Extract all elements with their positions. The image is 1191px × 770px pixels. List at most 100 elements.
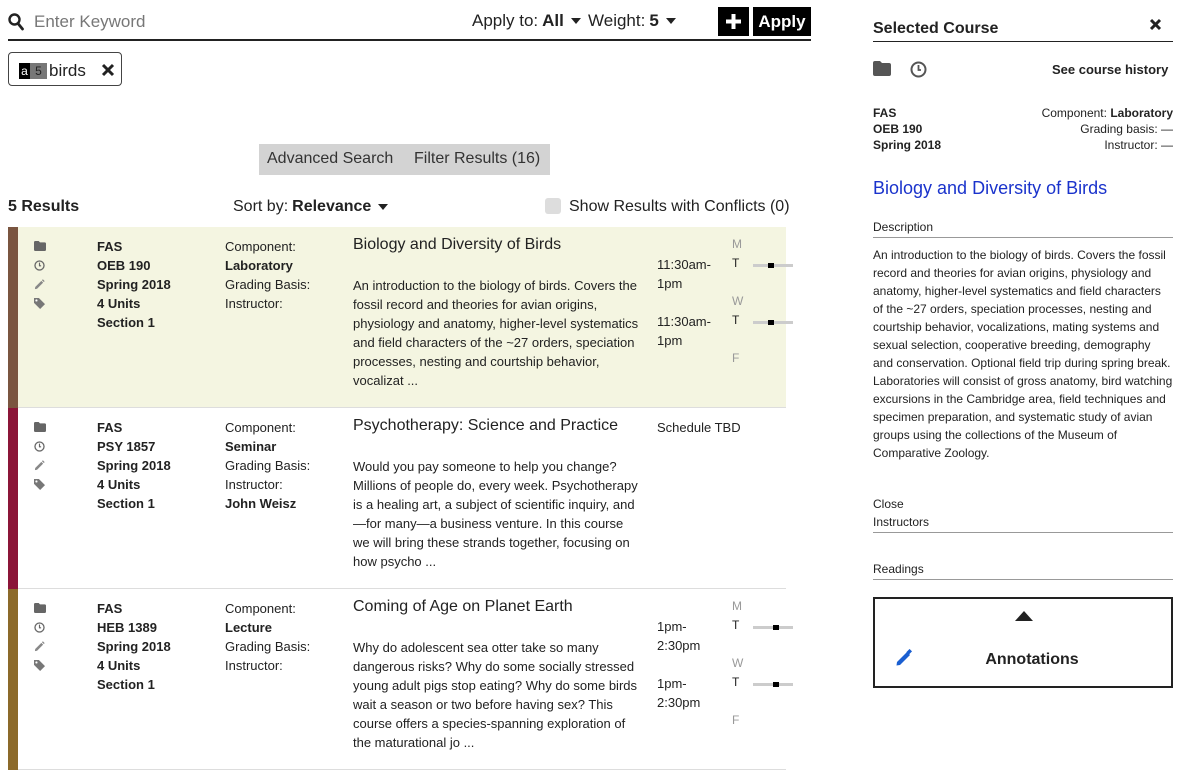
description-heading: Description [873,220,1173,238]
folder-icon[interactable] [873,61,891,76]
course-units: 4 Units [97,477,141,492]
instructor-value [225,675,310,694]
advanced-search-tab[interactable]: Advanced Search [267,150,393,168]
component-value: Laboratory [225,258,293,273]
course-title[interactable]: Biology and Diversity of Birds [353,236,561,254]
conflicts-checkbox[interactable] [545,198,561,214]
close-icon[interactable] [101,63,115,77]
component-value: Lecture [225,620,272,635]
weekday-label: W [732,656,744,670]
add-keyword-button[interactable] [718,7,749,36]
course-term: Spring 2018 [97,277,171,292]
schedule-text: Schedule TBD [657,420,741,435]
search-mode-bar: Advanced Search Filter Results (16) [259,144,550,175]
search-icon [8,13,24,31]
course-color-bar [8,589,18,770]
meeting-times: 11:30am- 1pm 11:30am- 1pm [657,255,711,350]
course-units: 4 Units [97,296,141,311]
course-row[interactable]: FAS PSY 1857 Spring 2018 4 Units Section 1 Co… [8,408,786,589]
course-component-info: Component: Lecture Grading Basis: Instructo… [225,599,310,694]
time-slot-indicator [753,682,793,687]
course-title[interactable]: Psychotherapy: Science and Practice [353,417,618,435]
meeting-time [657,293,711,312]
course-row[interactable]: FAS HEB 1389 Spring 2018 4 Units Section 1 Co… [8,589,793,770]
course-meta: FAS PSY 1857 Spring 2018 4 Units Section 1 [97,418,171,513]
course-term: Spring 2018 [97,639,171,654]
panel-divider [873,41,1173,42]
apply-to-dropdown[interactable]: Apply to: All [472,11,581,31]
course-meta: FAS OEB 190 Spring 2018 [873,105,941,153]
close-description-link[interactable]: Close [873,497,904,511]
folder-icon[interactable] [34,241,46,251]
course-component-info: Component: Laboratory Grading Basis: Instru… [225,237,310,332]
course-title[interactable]: Coming of Age on Planet Earth [353,598,573,616]
pencil-icon[interactable] [34,460,45,471]
close-icon[interactable] [1149,18,1162,31]
course-description: Why do adolescent sea otter take so many… [353,640,638,750]
instructor-value [225,313,310,332]
grading-basis: Grading basis: — [1080,122,1173,136]
course-code: OEB 190 [873,122,923,136]
search-divider [8,39,811,41]
instructor-label: Instructor: [225,296,283,311]
clock-icon[interactable] [34,441,45,452]
filter-results-tab[interactable]: Filter Results (16) [414,150,540,168]
clock-icon[interactable] [910,61,927,78]
grading-label: Grading Basis: [225,277,311,292]
weight-dropdown[interactable]: Weight: 5 [588,11,676,31]
weekday-label: T [732,675,740,689]
sort-label: Sort by: [233,198,289,215]
chevron-down-icon [665,18,676,24]
component-label: Component: [225,601,296,616]
course-row[interactable]: FAS OEB 190 Spring 2018 4 Units Section 1 Com… [8,227,793,408]
course-section: Section 1 [97,677,155,692]
course-school: FAS [97,239,123,254]
folder-icon[interactable] [34,422,46,432]
course-history-link[interactable]: See course history [1052,62,1168,77]
time-slot-marker [768,320,774,325]
tag-icon[interactable] [34,298,45,309]
course-code: PSY 1857 [97,439,156,454]
folder-icon[interactable] [34,603,46,613]
course-code: HEB 1389 [97,620,157,635]
weight-label: Weight: [588,11,646,30]
pencil-icon[interactable] [34,279,45,290]
course-description: An introduction to the biology of birds.… [353,278,639,388]
search-input[interactable] [34,10,454,34]
component-label: Component: [1041,106,1107,120]
conflicts-label: Show Results with Conflicts (0) [569,198,790,215]
instructor-label: Instructor: [225,477,283,492]
weekday-label: W [732,294,744,308]
course-section: Section 1 [97,315,155,330]
grading-label: Grading Basis: [225,458,311,473]
chip-apply-badge: a [19,63,30,79]
meeting-time: 2:30pm [657,638,701,653]
meeting-time: 11:30am- [657,314,711,329]
keyword-chip[interactable]: a 5 birds [8,52,122,86]
results-count: 5 Results [8,198,80,215]
course-units: 4 Units [97,658,141,673]
tag-icon[interactable] [34,660,45,671]
course-meta: FAS HEB 1389 Spring 2018 4 Units Section 1 [97,599,171,694]
course-description: An introduction to the biology of birds.… [873,248,1173,460]
tag-icon[interactable] [34,479,45,490]
apply-to-value: All [542,11,564,30]
chip-keyword: birds [49,61,86,80]
apply-to-label: Apply to: [472,11,539,30]
time-slot-indicator [753,263,793,268]
chevron-up-icon[interactable] [1015,611,1033,621]
pencil-icon[interactable] [34,641,45,652]
time-slot-marker [773,625,779,630]
course-title-link[interactable]: Biology and Diversity of Birds [873,178,1107,199]
apply-button[interactable]: Apply [753,7,811,36]
readings-heading: Readings [873,562,1173,580]
clock-icon[interactable] [34,260,45,271]
weight-value: 5 [649,11,659,30]
course-component-info: Component: Seminar Grading Basis: Instructo… [225,418,310,513]
course-meta: FAS OEB 190 Spring 2018 4 Units Section 1 [97,237,171,332]
course-description: Would you pay someone to help you change… [353,459,638,569]
weekday-label: T [732,313,740,327]
time-slot-marker [773,682,779,687]
sort-dropdown[interactable]: Sort by: Relevance [233,198,389,216]
clock-icon[interactable] [34,622,45,633]
